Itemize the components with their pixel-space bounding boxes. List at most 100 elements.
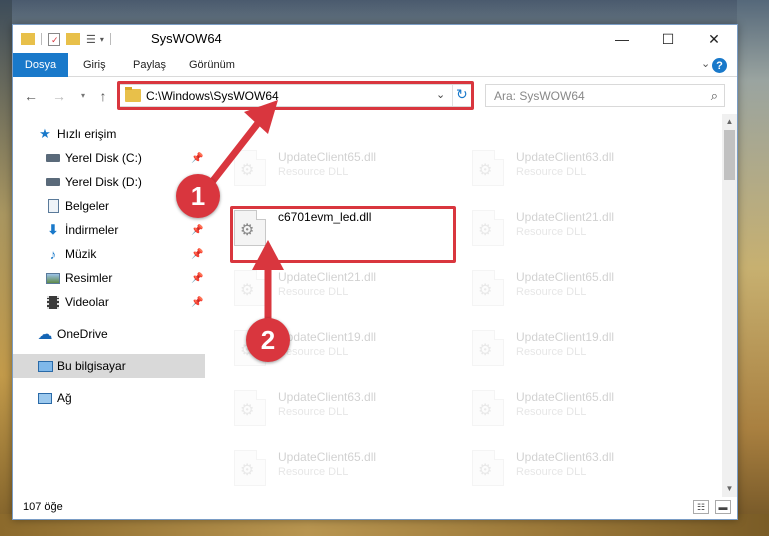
pictures-icon <box>45 270 61 286</box>
sidebar-item-music[interactable]: ♪ Müzik 📌 <box>13 242 205 266</box>
file-item[interactable]: ⚙ UpdateClient19.dll Resource DLL <box>472 326 702 378</box>
dll-file-icon: ⚙ <box>472 210 504 246</box>
search-icon[interactable]: ⌕ <box>711 88 718 104</box>
pin-icon: 📌 <box>191 224 204 236</box>
sidebar-item-local-disk-c[interactable]: Yerel Disk (C:) 📌 <box>13 146 205 170</box>
cloud-icon: ☁ <box>37 326 53 343</box>
sidebar-item-onedrive[interactable]: ☁ OneDrive <box>13 322 205 346</box>
details-view-icon[interactable]: ☷ <box>693 500 709 514</box>
computer-icon <box>37 358 53 374</box>
documents-icon <box>45 198 61 214</box>
vertical-scrollbar[interactable]: ▲ ▼ <box>722 114 737 497</box>
tab-share[interactable]: Paylaş <box>133 53 166 77</box>
maximize-button[interactable]: ☐ <box>645 25 691 53</box>
help-icon[interactable]: ? <box>712 58 727 73</box>
quick-access-toolbar: ✓ ☰ ▾ <box>21 31 111 47</box>
pin-icon: 📌 <box>191 296 204 308</box>
sidebar-item-label: Hızlı erişim <box>57 127 117 141</box>
file-item[interactable]: ⚙ UpdateClient65.dll Resource DLL <box>472 266 702 318</box>
sidebar-item-label: Bu bilgisayar <box>57 359 126 373</box>
sidebar-item-quick-access[interactable]: ★ Hızlı erişim <box>13 122 205 146</box>
dll-file-icon: ⚙ <box>234 450 266 486</box>
sidebar-item-label: Videolar <box>65 295 109 309</box>
file-type: Resource DLL <box>516 346 587 358</box>
tab-home[interactable]: Giriş <box>83 53 106 77</box>
minimize-button[interactable]: — <box>599 25 645 53</box>
file-name: UpdateClient19.dll <box>516 330 615 344</box>
scroll-down-arrow-icon[interactable]: ▼ <box>722 481 737 497</box>
search-placeholder: Ara: SysWOW64 <box>494 89 585 103</box>
properties-icon[interactable]: ✓ <box>48 32 60 46</box>
dll-file-icon: ⚙ <box>234 390 266 426</box>
file-type: Resource DLL <box>516 166 587 178</box>
dll-file-icon: ⚙ <box>234 150 266 186</box>
gear-icon: ⚙ <box>478 222 493 239</box>
dll-file-icon: ⚙ <box>472 270 504 306</box>
sidebar-item-videos[interactable]: Videolar 📌 <box>13 290 205 314</box>
gear-icon: ⚙ <box>240 162 255 179</box>
pin-icon: 📌 <box>191 152 204 164</box>
file-item[interactable]: ⚙ UpdateClient63.dll Resource DLL <box>472 446 702 497</box>
sidebar-item-label: Müzik <box>65 247 97 261</box>
videos-icon <box>45 294 61 310</box>
gear-icon: ⚙ <box>478 402 493 419</box>
file-type: Resource DLL <box>278 166 349 178</box>
item-count: 107 öğe <box>23 501 63 513</box>
file-list: ⚙ UpdateClient65.dll Resource DLL ⚙ c670… <box>206 114 722 497</box>
file-item[interactable]: ⚙ UpdateClient63.dll Resource DLL <box>234 386 464 438</box>
close-button[interactable]: ✕ <box>691 25 737 53</box>
file-type: Resource DLL <box>278 466 349 478</box>
view-options-icon[interactable]: ☰ <box>86 33 96 46</box>
file-type: Resource DLL <box>278 286 349 298</box>
sidebar-item-label: OneDrive <box>57 327 108 341</box>
search-input[interactable]: Ara: SysWOW64 ⌕ <box>485 84 725 107</box>
sidebar-item-pictures[interactable]: Resimler 📌 <box>13 266 205 290</box>
up-arrow-icon[interactable]: ↑ <box>95 88 111 104</box>
star-icon: ★ <box>39 126 51 141</box>
step-1-callout: 1 <box>176 174 220 218</box>
recent-locations-chevron-icon[interactable]: ▾ <box>75 88 91 104</box>
dll-file-icon: ⚙ <box>472 150 504 186</box>
file-name: UpdateClient65.dll <box>278 450 377 464</box>
scroll-thumb[interactable] <box>724 130 735 180</box>
gear-icon: ⚙ <box>240 402 255 419</box>
sidebar-item-network[interactable]: Ağ <box>13 386 205 410</box>
file-item[interactable]: ⚙ UpdateClient65.dll Resource DLL <box>234 146 464 198</box>
back-arrow-icon[interactable]: ← <box>23 88 39 104</box>
file-explorer-window: ✓ ☰ ▾ SysWOW64 — ☐ ✕ Dosya Giriş Paylaş … <box>12 24 738 520</box>
desktop-background-left <box>0 0 12 536</box>
gear-icon: ⚙ <box>240 462 255 479</box>
file-type: Resource DLL <box>516 406 587 418</box>
large-icons-view-icon[interactable]: ▬ <box>715 500 731 514</box>
gear-icon: ⚙ <box>478 462 493 479</box>
file-type: Resource DLL <box>516 466 587 478</box>
file-name: UpdateClient21.dll <box>516 210 615 224</box>
file-item[interactable]: ⚙ UpdateClient65.dll Resource DLL <box>472 386 702 438</box>
separator <box>109 33 111 45</box>
file-item[interactable]: ⚙ UpdateClient21.dll Resource DLL <box>234 266 464 318</box>
ribbon: Dosya Giriş Paylaş Görünüm ⌄ ? <box>13 53 737 77</box>
sidebar-item-label: Yerel Disk (C:) <box>65 151 142 165</box>
dll-file-icon: ⚙ <box>234 270 266 306</box>
scroll-up-arrow-icon[interactable]: ▲ <box>722 114 737 130</box>
music-icon: ♪ <box>49 246 57 262</box>
sidebar-item-label: Ağ <box>57 391 72 405</box>
ribbon-expand-icon[interactable]: ⌄ <box>701 57 710 70</box>
forward-arrow-icon[interactable]: → <box>51 88 67 104</box>
file-item[interactable]: ⚙ UpdateClient63.dll Resource DLL <box>472 146 702 198</box>
file-highlight-box <box>230 206 456 263</box>
gear-icon: ⚙ <box>478 162 493 179</box>
tab-view[interactable]: Görünüm <box>189 53 235 77</box>
sidebar-item-label: Resimler <box>65 271 113 285</box>
chevron-down-icon[interactable]: ▾ <box>100 35 104 44</box>
separator <box>41 33 42 45</box>
network-icon <box>37 390 53 406</box>
sidebar-item-downloads[interactable]: ⬇ İndirmeler 📌 <box>13 218 205 242</box>
tab-file[interactable]: Dosya <box>13 53 68 77</box>
file-item[interactable]: ⚙ UpdateClient65.dll Resource DLL <box>234 446 464 497</box>
sidebar-item-this-pc[interactable]: Bu bilgisayar <box>13 354 205 378</box>
file-name: UpdateClient19.dll <box>278 330 377 344</box>
new-folder-icon[interactable] <box>66 33 80 45</box>
dll-file-icon: ⚙ <box>472 450 504 486</box>
file-item[interactable]: ⚙ UpdateClient21.dll Resource DLL <box>472 206 702 258</box>
